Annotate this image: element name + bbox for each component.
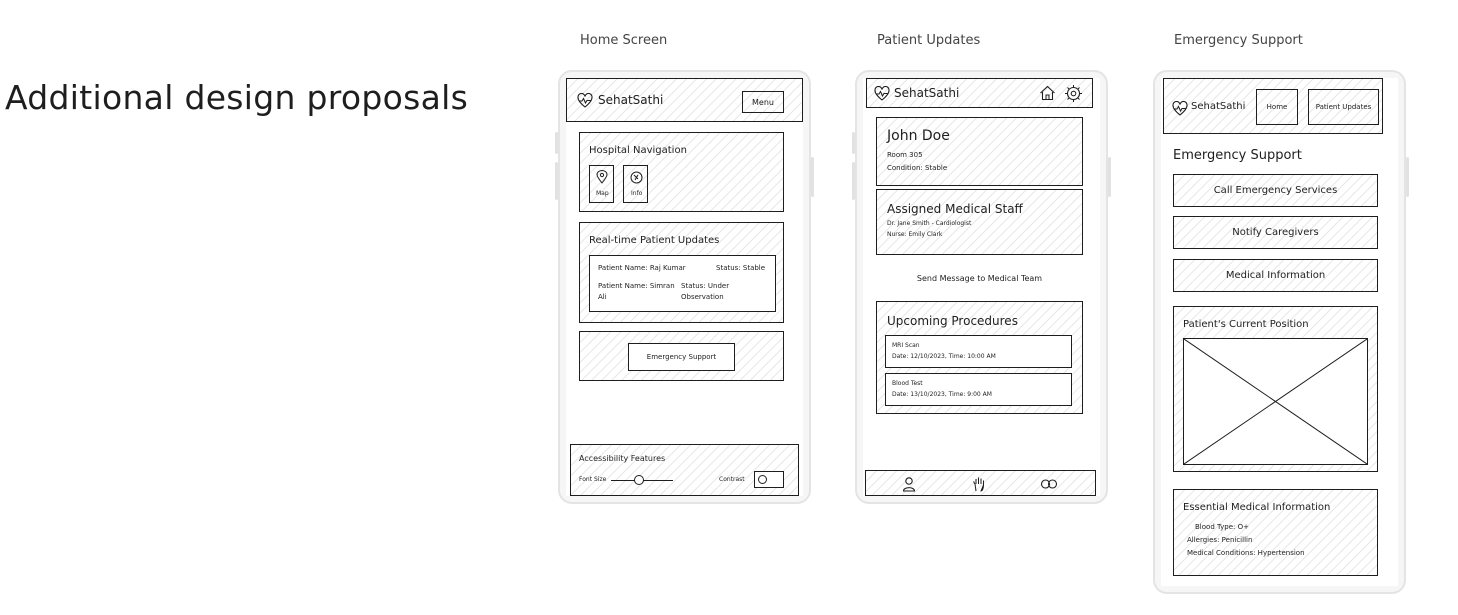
phone-side-button [852, 162, 855, 200]
page-heading: Additional design proposals [5, 78, 469, 117]
patient-room: Room 305 [887, 151, 923, 159]
accessibility-card: Accessibility Features Font Size Contras… [570, 444, 799, 496]
settings-icon[interactable] [1063, 83, 1083, 103]
phone-side-button [1108, 157, 1111, 197]
info-line: Blood Type: O+ [1195, 523, 1250, 531]
procedure-time: Date: 12/10/2023, Time: 10:00 AM [892, 353, 996, 360]
call-emergency-button[interactable]: Call Emergency Services [1173, 174, 1378, 207]
frame-label-home: Home Screen [580, 33, 668, 48]
staff-member: Dr. Jane Smith - Cardiologist [887, 220, 972, 227]
procedures-title: Upcoming Procedures [887, 314, 1018, 328]
screen-home: SehatSathi Menu Hospital Navigation Map … [566, 78, 803, 496]
patient-updates-list: Patient Name: Raj Kumar Status: Stable P… [589, 255, 776, 312]
contrast-label: Contrast [719, 476, 745, 483]
map-label: Map [596, 190, 609, 197]
screen-emergency: SehatSathi Home Patient Updates Emergenc… [1161, 78, 1398, 586]
patient-updates-title: Real-time Patient Updates [589, 235, 720, 246]
pills-icon[interactable] [1039, 475, 1059, 493]
info-label: Info [631, 190, 643, 197]
procedure-time: Date: 13/10/2023, Time: 9:00 AM [892, 391, 992, 398]
staff-member: Nurse: Emily Clark [887, 231, 943, 238]
hospital-navigation-title: Hospital Navigation [589, 145, 687, 156]
heart-pulse-icon [577, 92, 593, 108]
font-size-label: Font Size [579, 476, 607, 483]
phone-side-button [852, 132, 855, 154]
notify-caregivers-button[interactable]: Notify Caregivers [1173, 216, 1378, 249]
procedure-item[interactable]: MRI Scan Date: 12/10/2023, Time: 10:00 A… [885, 335, 1072, 368]
home-icon[interactable] [1038, 84, 1056, 102]
hand-icon[interactable] [970, 475, 988, 493]
patient-updates-card: Real-time Patient Updates Patient Name: … [579, 222, 784, 323]
list-item-status: Status: Stable [716, 264, 766, 272]
contrast-toggle-knob [758, 475, 767, 484]
procedure-item[interactable]: Blood Test Date: 13/10/2023, Time: 9:00 … [885, 373, 1072, 406]
screen-patient: SehatSathi John Doe Room 305 Condition: … [863, 78, 1100, 496]
list-item-status: Status: Under Observation [681, 282, 730, 301]
user-icon[interactable] [900, 475, 918, 493]
frame-label-patient: Patient Updates [877, 33, 981, 48]
info-line: Medical Conditions: Hypertension [1187, 549, 1305, 557]
procedures-card: Upcoming Procedures MRI Scan Date: 12/10… [876, 301, 1083, 414]
brand-name: SehatSathi [894, 86, 960, 100]
brand-name: SehatSathi [1191, 101, 1246, 112]
home-nav-button[interactable]: Home [1256, 89, 1298, 125]
phone-side-button [811, 157, 814, 197]
phone-emergency: SehatSathi Home Patient Updates Emergenc… [1153, 70, 1409, 594]
heart-pulse-icon [1172, 100, 1188, 116]
heart-pulse-icon [874, 85, 890, 101]
emergency-support-button[interactable]: Emergency Support [628, 343, 735, 371]
info-line: Allergies: Penicillin [1187, 536, 1253, 544]
emergency-card: Emergency Support [579, 331, 784, 381]
emergency-header: SehatSathi Home Patient Updates [1163, 78, 1383, 134]
menu-button[interactable]: Menu [742, 91, 784, 113]
send-message-link[interactable]: Send Message to Medical Team [876, 274, 1083, 283]
info-button[interactable]: Info [623, 165, 648, 203]
patient-info-card: John Doe Room 305 Condition: Stable [876, 117, 1083, 186]
accessibility-title: Accessibility Features [579, 454, 666, 463]
medical-information-button[interactable]: Medical Information [1173, 259, 1378, 292]
map-button[interactable]: Map [589, 165, 614, 203]
contrast-toggle[interactable] [754, 471, 784, 488]
phone-side-button [555, 162, 558, 200]
font-size-slider-handle[interactable] [633, 475, 644, 485]
brand-name: SehatSathi [598, 93, 664, 107]
phone-side-button [1406, 157, 1409, 197]
info-icon [629, 170, 643, 184]
medical-staff-title: Assigned Medical Staff [887, 202, 1023, 216]
procedure-name: Blood Test [892, 380, 923, 387]
essential-info-title: Essential Medical Information [1183, 502, 1331, 513]
list-item-name: Patient Name: Simran Ali [598, 282, 675, 301]
essential-info-card: Essential Medical Information Blood Type… [1173, 489, 1378, 576]
current-position-title: Patient's Current Position [1183, 319, 1309, 330]
hospital-navigation-card: Hospital Navigation Map Info [579, 132, 784, 212]
patient-name: John Doe [887, 128, 950, 144]
phone-patient: SehatSathi John Doe Room 305 Condition: … [852, 70, 1111, 504]
patient-header: SehatSathi [866, 78, 1093, 108]
map-placeholder-cross [1184, 339, 1367, 464]
list-item-name: Patient Name: Raj Kumar [598, 264, 686, 272]
current-position-card: Patient's Current Position [1173, 306, 1378, 472]
phone-side-button [555, 132, 558, 154]
bottom-nav [865, 470, 1096, 496]
home-header: SehatSathi Menu [566, 78, 803, 122]
map-placeholder[interactable] [1183, 338, 1368, 465]
emergency-title: Emergency Support [1173, 148, 1302, 163]
phone-home: SehatSathi Menu Hospital Navigation Map … [555, 70, 814, 504]
frame-label-emergency: Emergency Support [1174, 33, 1303, 48]
patient-updates-nav-button[interactable]: Patient Updates [1308, 89, 1379, 125]
medical-staff-card: Assigned Medical Staff Dr. Jane Smith - … [876, 189, 1083, 255]
location-pin-icon [595, 170, 609, 184]
procedure-name: MRI Scan [892, 342, 920, 349]
patient-condition: Condition: Stable [887, 164, 948, 172]
